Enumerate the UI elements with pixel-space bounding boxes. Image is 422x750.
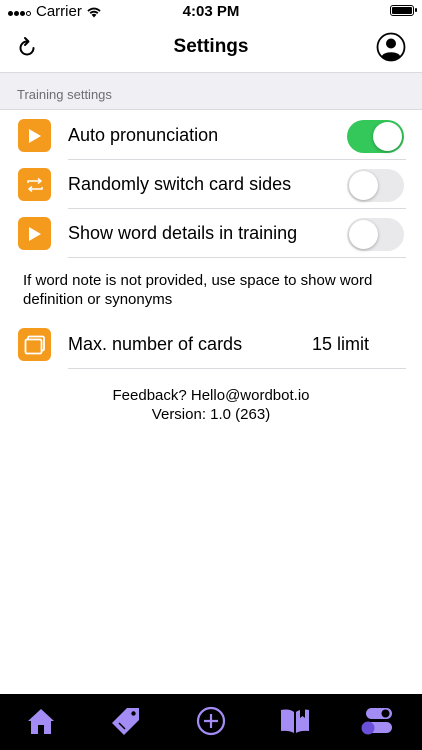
divider <box>68 368 406 369</box>
play-icon <box>18 217 51 250</box>
section-header-training: Training settings <box>0 72 422 110</box>
book-icon[interactable] <box>278 704 312 738</box>
profile-icon[interactable] <box>376 32 406 62</box>
battery-icon <box>390 5 417 16</box>
max-cards-value: 15 limit <box>311 334 369 354</box>
setting-row-max-cards[interactable]: Max. number of cards 15 limit <box>0 320 422 369</box>
feedback-text[interactable]: Feedback? Hello@wordbot.io <box>0 387 422 404</box>
auto-pronunciation-toggle[interactable] <box>347 120 404 153</box>
home-icon[interactable] <box>24 704 58 738</box>
tab-bar <box>0 694 422 750</box>
version-text: Version: 1.0 (263) <box>151 406 271 423</box>
setting-label: Randomly switch card sides <box>68 174 292 194</box>
add-icon[interactable] <box>194 704 228 738</box>
switch-icon <box>18 168 51 201</box>
setting-label: Show word details in training <box>68 223 298 243</box>
setting-row-word-details: Show word details in training <box>0 209 422 258</box>
cards-icon <box>18 328 51 361</box>
divider <box>68 257 406 258</box>
navigation-bar: Settings <box>0 24 422 72</box>
page-title: Settings <box>173 36 249 57</box>
setting-label: Auto pronunciation <box>68 125 219 145</box>
section-title: Training settings <box>17 87 112 102</box>
status-bar: Carrier 4:03 PM <box>0 0 422 24</box>
setting-row-auto-pronunciation: Auto pronunciation <box>0 111 422 160</box>
setting-row-random-switch: Randomly switch card sides <box>0 160 422 209</box>
random-switch-toggle[interactable] <box>347 169 404 202</box>
settings-toggle-icon[interactable] <box>358 704 396 738</box>
setting-label: Max. number of cards <box>68 334 243 354</box>
info-note: If word note is not provided, use space … <box>23 272 373 308</box>
tag-icon[interactable] <box>109 704 143 738</box>
clock: 4:03 PM <box>182 3 240 20</box>
word-details-toggle[interactable] <box>347 218 404 251</box>
play-icon <box>18 119 51 152</box>
